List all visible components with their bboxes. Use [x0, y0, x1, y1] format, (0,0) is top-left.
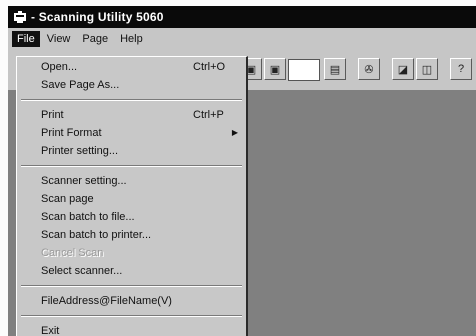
menu-item-save-page-as[interactable]: Save Page As...	[17, 76, 246, 94]
menu-item-select-scanner[interactable]: Select scanner...	[17, 262, 246, 280]
file-menu-dropdown: Open... Ctrl+O Save Page As... Print Ctr…	[16, 56, 248, 336]
menu-item-scan-batch-file[interactable]: Scan batch to file...	[17, 208, 246, 226]
menu-item-label: Print Format	[41, 127, 102, 139]
help-icon[interactable]: ?	[450, 58, 472, 80]
menu-item-label: Printer setting...	[41, 145, 119, 157]
title-bar[interactable]: - Scanning Utility 5060	[8, 6, 476, 28]
menu-item-cancel-scan: Cancel Scan	[17, 244, 246, 262]
page-two-icon[interactable]: ▣	[264, 58, 286, 80]
app-window: - Scanning Utility 5060 File View Page H…	[8, 6, 476, 336]
menu-item-label: Scanner setting...	[41, 175, 127, 187]
menu-item-file-address[interactable]: FileAddress@FileName(V)	[17, 292, 246, 310]
menu-separator	[21, 99, 242, 101]
menu-item-printer-setting[interactable]: Printer setting...	[17, 142, 246, 160]
menu-item-label: Save Page As...	[41, 79, 120, 91]
menu-item-exit[interactable]: Exit	[17, 322, 246, 336]
menu-item-print-format[interactable]: Print Format ▶	[17, 124, 246, 142]
menu-item-open[interactable]: Open... Ctrl+O	[17, 58, 246, 76]
menu-item-label: Scan page	[41, 193, 94, 205]
scanner-app-icon[interactable]	[13, 10, 27, 24]
menu-item-label: Print	[41, 109, 64, 121]
menu-item-label: Open...	[41, 61, 78, 73]
submenu-arrow-icon: ▶	[231, 128, 238, 137]
zoom-input[interactable]	[288, 59, 320, 81]
shortcut-print: Ctrl+P	[193, 109, 224, 121]
menu-item-print[interactable]: Print Ctrl+P	[17, 106, 246, 124]
shortcut-open: Ctrl+O	[193, 61, 226, 73]
menu-separator	[21, 165, 242, 167]
menu-separator	[21, 285, 242, 287]
menu-item-label: Exit	[41, 325, 60, 336]
menu-item-scan-batch-printer[interactable]: Scan batch to printer...	[17, 226, 246, 244]
menu-page[interactable]: Page	[77, 31, 113, 47]
print-icon[interactable]: ◪	[392, 58, 414, 80]
batch-print-icon[interactable]: ◫	[416, 58, 438, 80]
menu-item-label: FileAddress@FileName(V)	[41, 295, 172, 307]
fit-page-icon[interactable]: ▤	[324, 58, 346, 80]
menu-item-scanner-setting[interactable]: Scanner setting...	[17, 172, 246, 190]
window-title: - Scanning Utility 5060	[31, 10, 164, 24]
menu-file[interactable]: File	[12, 31, 40, 47]
menu-help[interactable]: Help	[115, 31, 148, 47]
menu-separator	[21, 315, 242, 317]
menu-item-label: Select scanner...	[41, 265, 123, 277]
scanner-icon[interactable]: ✇	[358, 58, 380, 80]
menu-view[interactable]: View	[42, 31, 76, 47]
menu-bar: File View Page Help	[8, 28, 476, 50]
menu-item-label: Scan batch to file...	[41, 211, 135, 223]
menu-item-label: Cancel Scan	[41, 247, 104, 259]
menu-item-label: Scan batch to printer...	[41, 229, 152, 241]
menu-item-scan-page[interactable]: Scan page	[17, 190, 246, 208]
